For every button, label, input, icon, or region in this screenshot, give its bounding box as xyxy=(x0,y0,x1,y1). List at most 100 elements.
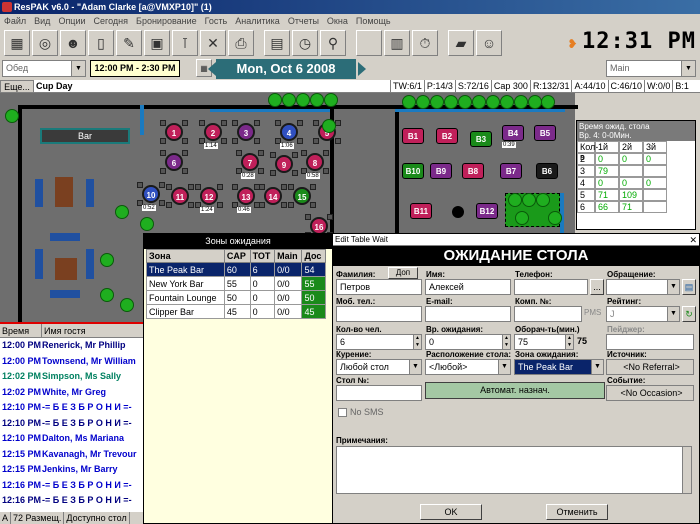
add-button[interactable]: Доп xyxy=(388,267,418,279)
company-field[interactable] xyxy=(514,306,582,322)
table-3[interactable]: 3 xyxy=(237,123,255,141)
spinner-icon[interactable]: ▲ ▼ xyxy=(413,335,421,349)
guest-row[interactable]: 12:00 PM Townsend, Mr William xyxy=(0,354,145,370)
shift-select[interactable]: Обед ▼ xyxy=(2,60,86,77)
notes-scrollbar[interactable] xyxy=(682,447,691,493)
chart-icon[interactable]: ▥ xyxy=(384,30,410,56)
guest-row[interactable]: 12:16 PM -= Б Е З Б Р О Н И =- xyxy=(0,493,145,509)
guest-row[interactable]: 12:15 PM Kavanagh, Mr Trevour xyxy=(0,447,145,463)
event-field[interactable]: <No Occasion> xyxy=(606,385,694,401)
booth-B7[interactable]: B7 xyxy=(500,163,522,179)
table-15[interactable]: 15 xyxy=(293,187,311,205)
table-12[interactable]: 12 xyxy=(200,187,218,205)
guest-row[interactable]: 12:10 PM -= Б Е З Б Р О Н И =- xyxy=(0,416,145,432)
col-time-header[interactable]: Время xyxy=(0,324,42,337)
smoking-select[interactable]: Любой стол ▼ xyxy=(336,359,422,375)
menu-item[interactable]: Окна xyxy=(327,14,348,28)
booth-B9[interactable]: B9 xyxy=(430,163,452,179)
cancel-button[interactable]: Отменить xyxy=(546,504,608,520)
menu-item[interactable]: Файл xyxy=(4,14,26,28)
table-field[interactable] xyxy=(336,385,422,401)
reservation-icon[interactable]: ◎ xyxy=(32,30,58,56)
guest-row[interactable]: 12:10 PM Dalton, Ms Mariana xyxy=(0,431,145,447)
blank-button[interactable] xyxy=(356,30,382,56)
phone-lookup-button[interactable]: ... xyxy=(590,279,604,295)
wait-time-field[interactable]: 0 ▲ ▼ xyxy=(425,334,511,350)
close-icon[interactable]: ✕ xyxy=(689,234,697,246)
refresh-icon[interactable]: ↻ xyxy=(682,306,696,322)
menu-item[interactable]: Отчеты xyxy=(288,14,319,28)
table-1[interactable]: 1 xyxy=(165,123,183,141)
zone-row[interactable]: New York Bar 55 0 0/0 55 xyxy=(146,276,326,291)
edit-icon[interactable]: ✎ xyxy=(116,30,142,56)
booth-B1[interactable]: B1 xyxy=(402,128,424,144)
rating-select[interactable]: J ▼ xyxy=(606,306,680,322)
table-10[interactable]: 10 xyxy=(142,185,160,203)
booth-B3[interactable]: B3 xyxy=(470,131,492,147)
next-date-icon[interactable] xyxy=(358,62,366,76)
menu-item[interactable]: Опции xyxy=(58,14,85,28)
booth-B4[interactable]: B4 xyxy=(502,125,524,141)
prev-date-icon[interactable] xyxy=(208,62,216,76)
more-button[interactable]: Еще... xyxy=(0,80,34,93)
booth-B6[interactable]: B6 xyxy=(536,163,558,179)
zone-col-header[interactable]: CAP xyxy=(223,249,251,263)
name-field[interactable]: Алексей xyxy=(425,279,511,295)
timer-icon[interactable]: ⏱ xyxy=(412,30,438,56)
booth-B12[interactable]: B12 xyxy=(476,203,498,219)
table-9[interactable]: 9 xyxy=(275,155,293,173)
address-book-icon[interactable]: ▤ xyxy=(682,279,696,295)
booth-B10[interactable]: B10 xyxy=(402,163,424,179)
time-range[interactable]: 12:00 PM - 2:30 PM xyxy=(90,60,180,77)
search-icon[interactable]: ⚲ xyxy=(320,30,346,56)
users-icon[interactable]: ☺ xyxy=(476,30,502,56)
table-11[interactable]: 11 xyxy=(171,187,189,205)
guests-icon[interactable]: ☻ xyxy=(60,30,86,56)
table-14[interactable]: 14 xyxy=(264,187,282,205)
zone-col-header[interactable]: TOT xyxy=(249,249,276,263)
guest-row[interactable]: 12:02 PM White, Mr Greg xyxy=(0,385,145,401)
booth-B8[interactable]: B8 xyxy=(462,163,484,179)
menu-item[interactable]: Помощь xyxy=(356,14,391,28)
table-6[interactable]: 6 xyxy=(165,153,183,171)
surname-field[interactable]: Петров xyxy=(336,279,422,295)
guest-row[interactable]: 12:02 PM Simpson, Ms Sally xyxy=(0,369,145,385)
turnover-field[interactable]: 75 ▲ ▼ xyxy=(514,334,574,350)
guest-row[interactable]: 12:15 PM Jenkins, Mr Barry xyxy=(0,462,145,478)
menu-item[interactable]: Гость xyxy=(205,14,228,28)
guest-row[interactable]: 12:10 PM -= Б Е З Б Р О Н И =- xyxy=(0,400,145,416)
floorplan-icon[interactable]: ▦ xyxy=(4,30,30,56)
nosms-checkbox[interactable] xyxy=(338,408,347,417)
spinner-icon[interactable]: ▲ ▼ xyxy=(502,335,510,349)
print-icon[interactable]: ⎙ xyxy=(228,30,254,56)
zone-row[interactable]: Fountain Lounge 50 0 0/0 50 xyxy=(146,290,326,305)
col-guest-header[interactable]: Имя гостя xyxy=(42,324,145,337)
booth-B5[interactable]: B5 xyxy=(534,125,556,141)
zone-row[interactable]: Clipper Bar 45 0 0/0 45 xyxy=(146,304,326,319)
ok-button[interactable]: OK xyxy=(420,504,482,520)
phone-field[interactable] xyxy=(514,279,588,295)
notes-field[interactable] xyxy=(336,446,692,494)
book-icon[interactable]: ▯ xyxy=(88,30,114,56)
guest-row[interactable]: 12:00 PM Renerick, Mr Phillip xyxy=(0,338,145,354)
room-select[interactable]: Main ▼ xyxy=(606,60,696,77)
zone-col-header[interactable]: Дос xyxy=(301,249,326,263)
table-13[interactable]: 13 xyxy=(237,187,255,205)
guest-row[interactable]: 12:16 PM -= Б Е З Б Р О Н И =- xyxy=(0,478,145,494)
auto-assign-button[interactable]: Автомат. назнач. xyxy=(425,382,605,399)
zone-select[interactable]: The Peak Bar ▼ xyxy=(514,359,604,375)
booth-B11[interactable]: B11 xyxy=(410,203,432,219)
menu-item[interactable]: Сегодня xyxy=(94,14,129,28)
table-8[interactable]: 8 xyxy=(306,153,324,171)
pager-field[interactable] xyxy=(606,334,694,350)
email-field[interactable] xyxy=(425,306,511,322)
source-field[interactable]: <No Referral> xyxy=(606,359,694,375)
mobile-field[interactable] xyxy=(336,306,422,322)
zone-col-header[interactable]: Зона xyxy=(146,249,225,263)
table-icon[interactable]: ▣ xyxy=(144,30,170,56)
location-select[interactable]: <Любой> ▼ xyxy=(425,359,511,375)
booth-B2[interactable]: B2 xyxy=(436,128,458,144)
zone-col-header[interactable]: Main xyxy=(274,249,303,263)
tw-icon[interactable]: ⊺ xyxy=(172,30,198,56)
calculator-icon[interactable]: ▤ xyxy=(264,30,290,56)
